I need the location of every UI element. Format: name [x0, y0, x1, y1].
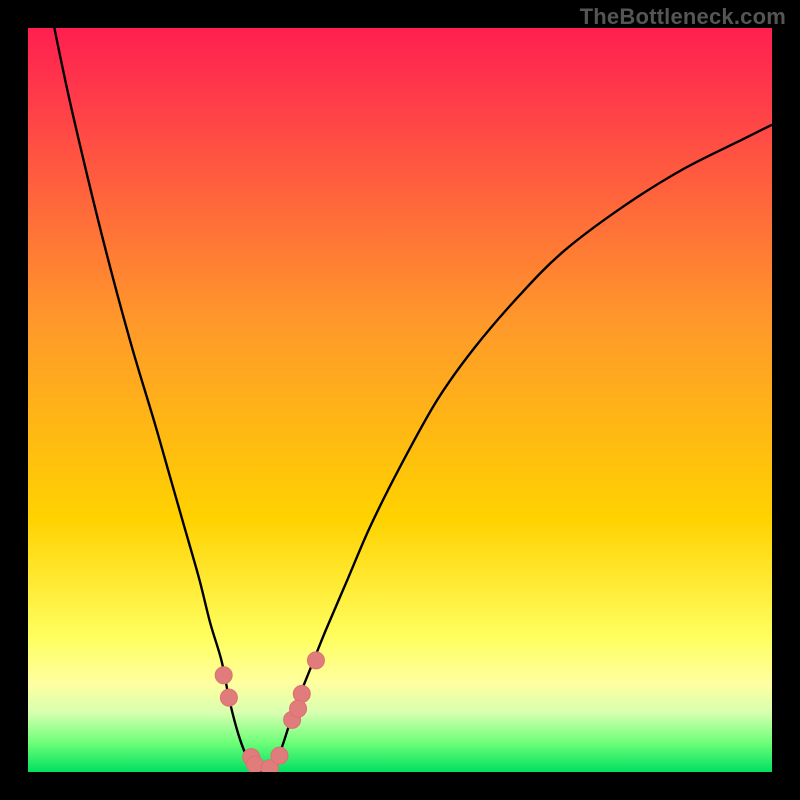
bottleneck-chart-svg	[28, 28, 772, 772]
gradient-background	[28, 28, 772, 772]
watermark-text: TheBottleneck.com	[580, 4, 786, 30]
sample-dot	[307, 652, 324, 669]
sample-dot	[271, 747, 288, 764]
chart-frame: TheBottleneck.com	[0, 0, 800, 800]
sample-dot	[290, 700, 307, 717]
sample-dot	[293, 685, 310, 702]
sample-dot	[246, 756, 263, 772]
plot-area	[28, 28, 772, 772]
sample-dot	[220, 689, 237, 706]
sample-dot	[215, 667, 232, 684]
